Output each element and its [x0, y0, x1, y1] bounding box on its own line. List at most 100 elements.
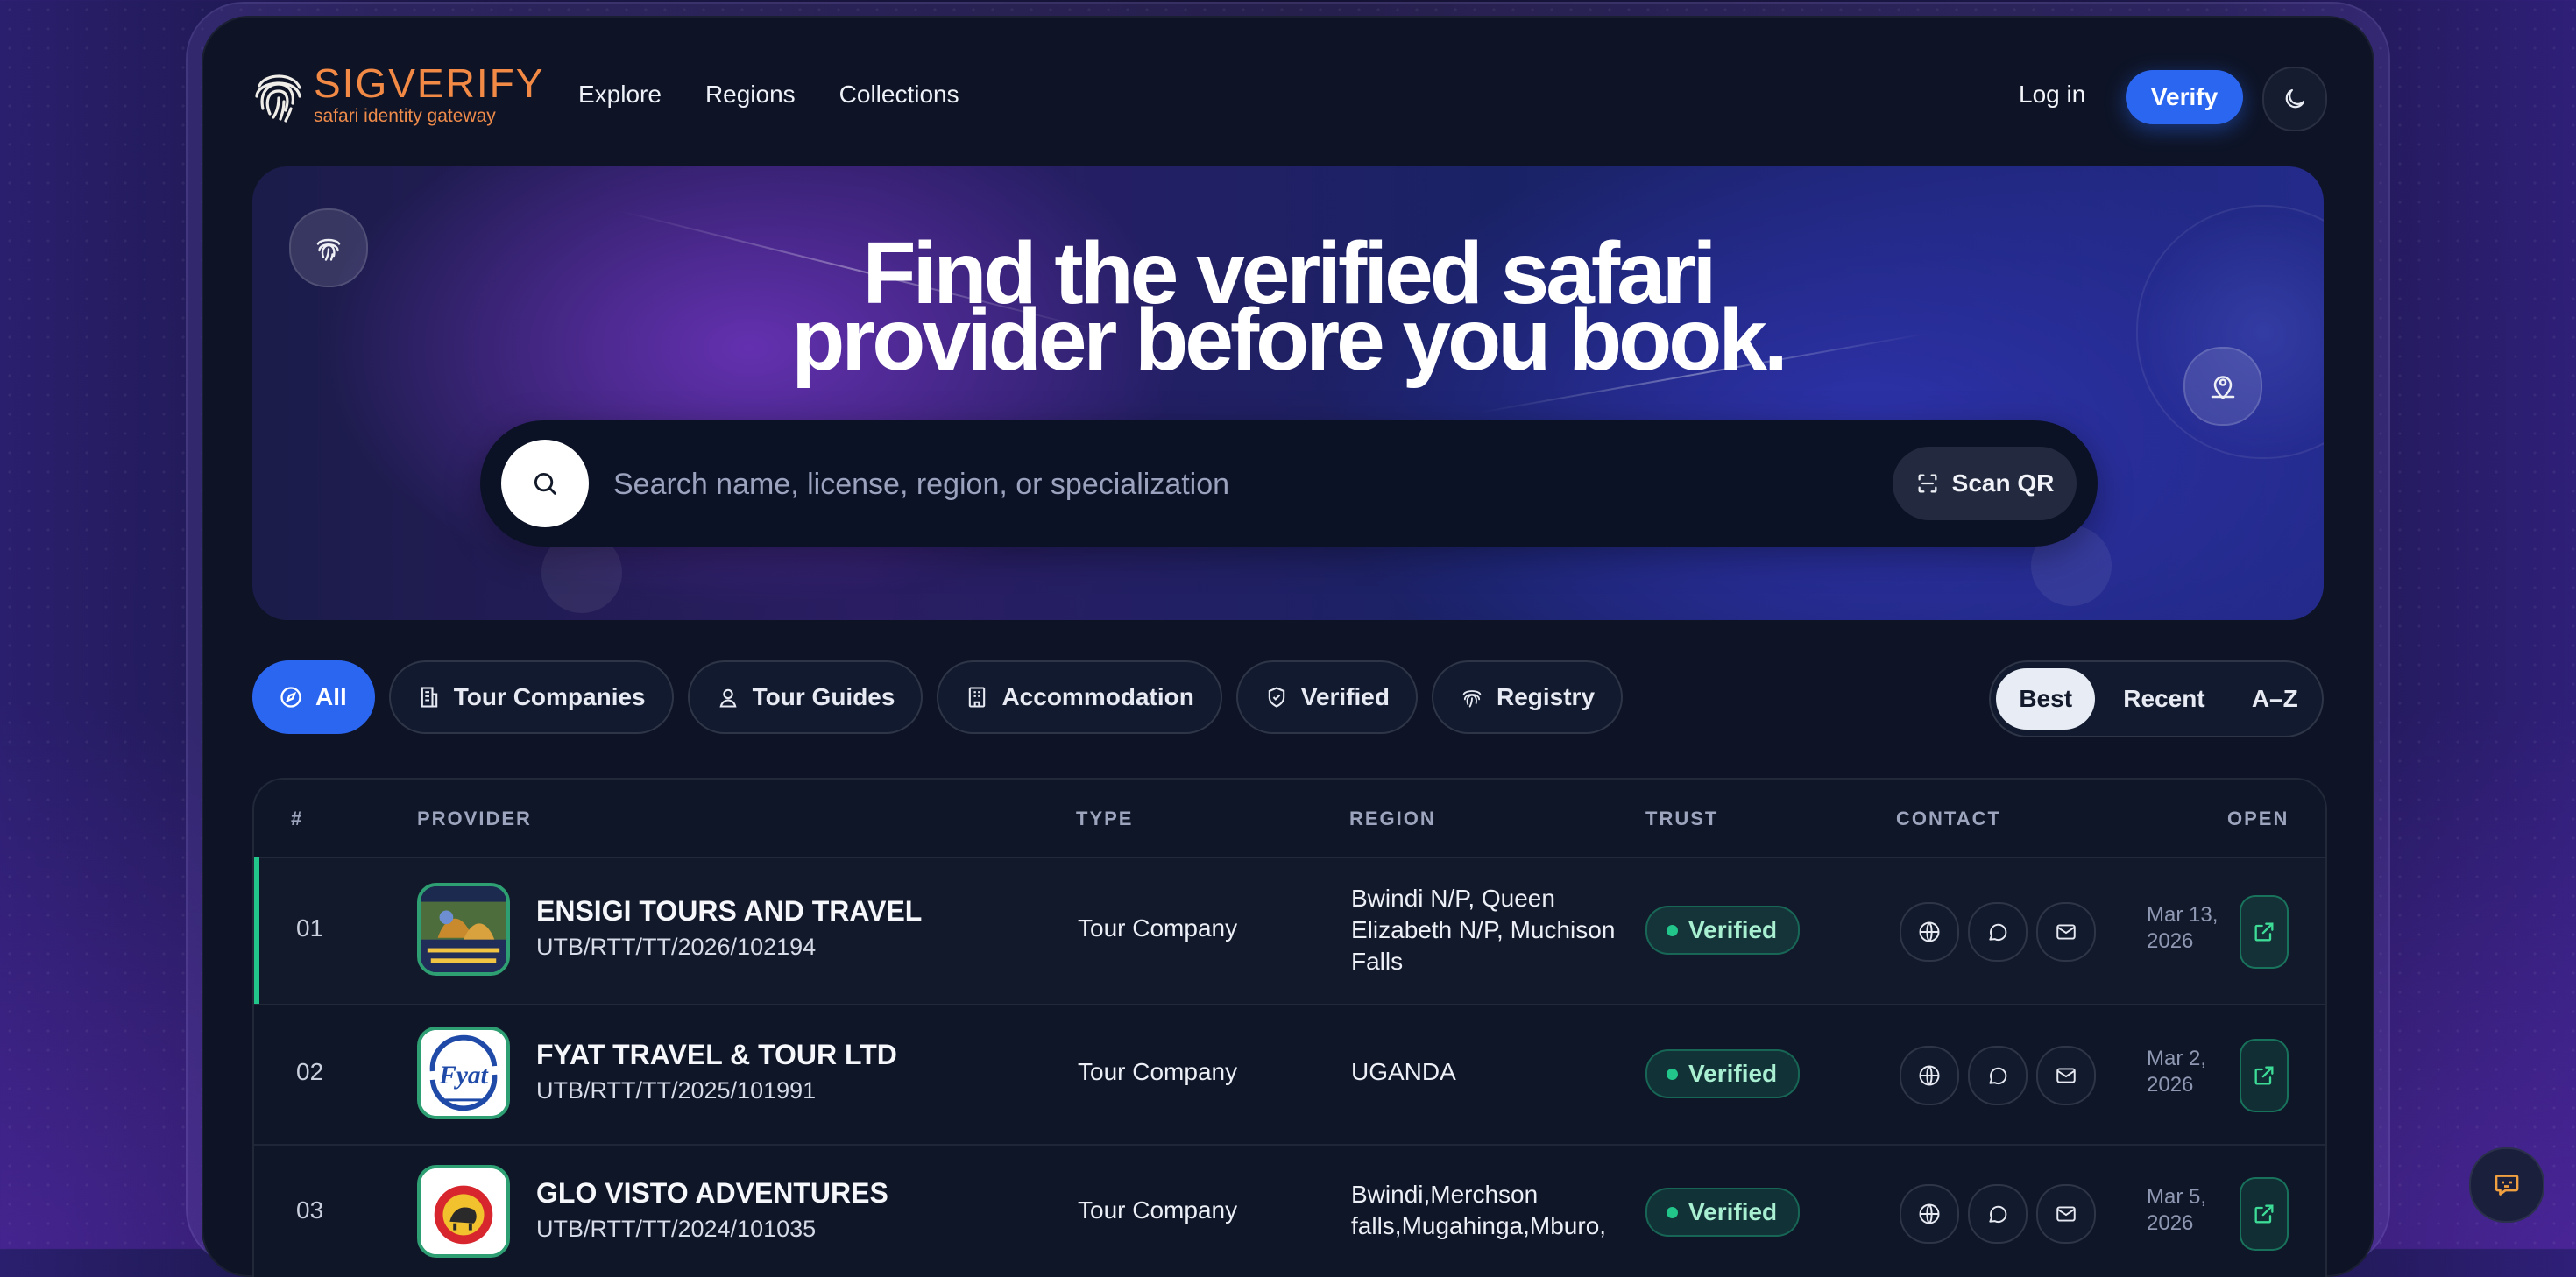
fyat-logo-mark: Fyat: [421, 1030, 506, 1116]
region-line: Bwindi N/P, Queen: [1351, 885, 1555, 912]
login-link[interactable]: Log in: [2019, 81, 2085, 109]
filter-registry-label: Registry: [1496, 683, 1596, 710]
email-button[interactable]: [2036, 902, 2096, 962]
chat-support-button[interactable]: [2469, 1147, 2544, 1223]
filter-registry[interactable]: Registry: [1431, 660, 1624, 734]
provider-name[interactable]: ENSIGI TOURS AND TRAVEL: [536, 895, 922, 928]
status-dot: [1667, 1206, 1678, 1218]
compass-icon: [280, 687, 301, 708]
filter-accommodation[interactable]: Accommodation: [937, 660, 1222, 734]
filter-tour-companies-label: Tour Companies: [453, 683, 646, 710]
shield-check-icon: [1268, 687, 1285, 708]
hero-title: Find the verified safari provider before…: [252, 229, 2324, 389]
chat-bubble-icon: [1989, 923, 2007, 942]
provider-type: Tour Company: [1078, 1196, 1238, 1224]
filter-verified[interactable]: Verified: [1235, 660, 1418, 734]
col-header-trust[interactable]: TRUST: [1645, 808, 1718, 830]
nav-explore[interactable]: Explore: [578, 81, 662, 109]
provider-region: UGANDA: [1351, 1056, 1640, 1088]
mail-icon: [2056, 1206, 2076, 1222]
hotel-icon: [969, 687, 986, 708]
table-row[interactable]: 01 ENSIGI TOURS AND TRAVEL UTB/RTT/TT/20…: [254, 857, 2325, 1005]
col-header-region[interactable]: REGION: [1349, 808, 1436, 830]
trust-label: Verified: [1688, 1198, 1778, 1225]
hero-banner: Find the verified safari provider before…: [252, 166, 2324, 620]
provider-name[interactable]: GLO VISTO ADVENTURES: [536, 1177, 888, 1210]
date-line: 2026: [2147, 1073, 2194, 1097]
chat-bubble-icon: [1989, 1067, 2007, 1085]
provider-license: UTB/RTT/TT/2024/101035: [536, 1216, 817, 1242]
provider-license: UTB/RTT/TT/2025/101991: [536, 1077, 817, 1104]
filter-all-label: All: [315, 683, 347, 710]
filter-accommodation-label: Accommodation: [1001, 683, 1194, 710]
nav-regions[interactable]: Regions: [705, 81, 796, 109]
search-input[interactable]: [612, 452, 1886, 517]
chat-support-icon: [2495, 1175, 2519, 1196]
provider-region: Bwindi,Merchson falls,Mugahinga,Mburo,: [1351, 1179, 1640, 1242]
filter-tour-guides[interactable]: Tour Guides: [687, 660, 924, 734]
app-window: SIGVERIFY safari identity gateway Explor…: [202, 16, 2374, 1277]
moon-icon: [2285, 88, 2305, 109]
trust-badge: Verified: [1645, 1049, 1801, 1098]
col-header-type[interactable]: TYPE: [1076, 808, 1133, 830]
open-provider-button[interactable]: [2240, 895, 2289, 969]
sort-best[interactable]: Best: [1996, 668, 2096, 730]
region-line: Falls: [1351, 948, 1404, 975]
location-person-icon: [2211, 376, 2235, 399]
email-button[interactable]: [2036, 1046, 2096, 1105]
table-row[interactable]: 03 GLO VISTO ADVENTURES UTB/RTT/TT/2024/…: [254, 1144, 2325, 1277]
email-button[interactable]: [2036, 1184, 2096, 1244]
providers-table: # PROVIDER TYPE REGION TRUST CONTACT OPE…: [252, 778, 2327, 1277]
fyat-logo-text: Fyat: [438, 1062, 488, 1090]
external-link-icon: [2254, 922, 2274, 942]
table-header: # PROVIDER TYPE REGION TRUST CONTACT OPE…: [254, 780, 2325, 858]
filter-tour-companies[interactable]: Tour Companies: [388, 660, 674, 734]
date-line: 2026: [2147, 929, 2194, 953]
col-header-number: #: [291, 808, 304, 829]
region-line: Elizabeth N/P, Muchison: [1351, 916, 1616, 943]
mail-icon: [2056, 924, 2076, 940]
theme-toggle-button[interactable]: [2262, 67, 2327, 131]
fingerprint-logo-icon: [255, 74, 301, 123]
message-button[interactable]: [1968, 902, 2028, 962]
brand-logo[interactable]: SIGVERIFY safari identity gateway: [252, 63, 544, 125]
nav-collections[interactable]: Collections: [839, 81, 959, 109]
external-link-icon: [2254, 1066, 2274, 1085]
region-line: UGANDA: [1351, 1058, 1456, 1085]
message-button[interactable]: [1968, 1046, 2028, 1105]
sort-az[interactable]: A–Z: [2233, 668, 2317, 730]
table-row[interactable]: 02 Fyat FYAT TRAVEL & TOUR LTD UTB/RTT/T…: [254, 1004, 2325, 1146]
mail-icon: [2056, 1068, 2076, 1083]
search-button[interactable]: [501, 440, 589, 527]
open-provider-button[interactable]: [2240, 1039, 2289, 1112]
message-button[interactable]: [1968, 1184, 2028, 1244]
search-bar: Scan QR: [480, 420, 2098, 547]
trust-badge: Verified: [1645, 906, 1801, 955]
provider-region: Bwindi N/P, Queen Elizabeth N/P, Muchiso…: [1351, 883, 1640, 977]
sort-recent[interactable]: Recent: [2100, 668, 2227, 730]
brand-name: SIGVERIFY: [314, 60, 545, 106]
row-rank: 03: [296, 1196, 324, 1224]
provider-name[interactable]: FYAT TRAVEL & TOUR LTD: [536, 1039, 897, 1071]
website-button[interactable]: [1900, 902, 1959, 962]
filter-all[interactable]: All: [252, 660, 375, 734]
scan-qr-button[interactable]: Scan QR: [1893, 447, 2077, 520]
building-icon: [421, 687, 437, 708]
trust-label: Verified: [1688, 916, 1778, 943]
globe-icon: [1919, 1203, 1940, 1224]
listing-date: Mar 2, 2026: [2147, 1046, 2226, 1098]
verify-button[interactable]: Verify: [2126, 70, 2243, 124]
date-line: Mar 13,: [2147, 903, 2219, 927]
scan-qr-label: Scan QR: [1951, 469, 2055, 497]
website-button[interactable]: [1900, 1046, 1959, 1105]
hero-title-line-2: provider before you book.: [791, 291, 1788, 389]
external-link-icon: [2254, 1204, 2274, 1224]
user-pin-icon: [719, 688, 737, 708]
scan-qr-icon: [1918, 474, 1937, 493]
col-header-provider[interactable]: PROVIDER: [417, 808, 532, 830]
search-icon: [534, 472, 556, 495]
website-button[interactable]: [1900, 1184, 1959, 1244]
open-provider-button[interactable]: [2240, 1177, 2289, 1251]
filter-verified-label: Verified: [1300, 683, 1390, 710]
provider-logo: [417, 883, 510, 976]
